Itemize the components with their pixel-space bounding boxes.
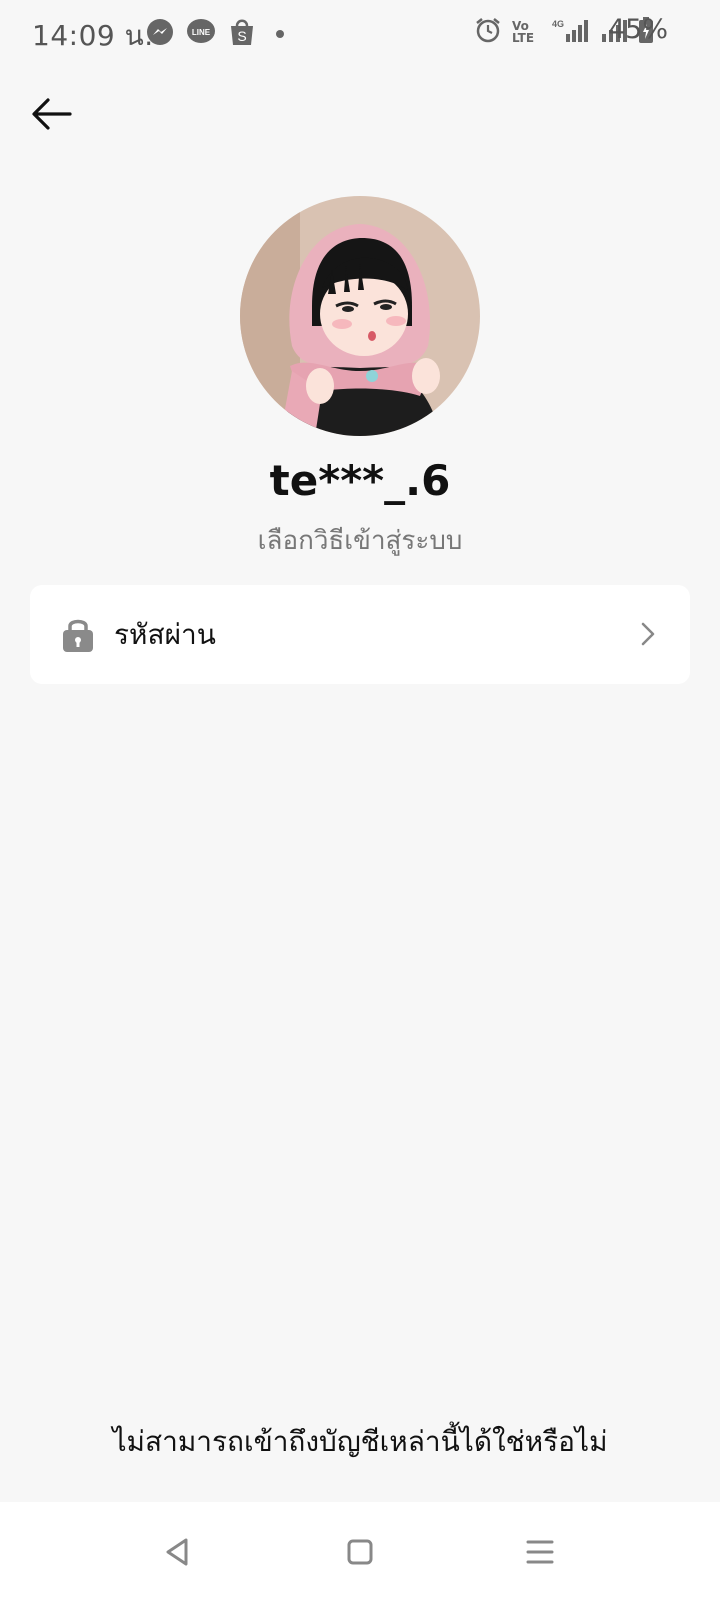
password-login-option[interactable]: รหัสผ่าน [30, 585, 690, 684]
nav-home-button[interactable] [340, 1532, 380, 1572]
battery-percent: 45% [607, 14, 668, 45]
notification-icons: LINE S [146, 17, 284, 51]
svg-text:LINE: LINE [192, 28, 211, 37]
shopee-icon: S [228, 17, 256, 51]
cant-access-accounts-link[interactable]: ไม่สามารถเข้าถึงบัญชีเหล่านี้ได้ใช่หรือไ… [0, 1420, 720, 1464]
status-time: 14:09 น. [32, 19, 154, 52]
menu-icon [520, 1540, 560, 1576]
4g-signal-icon: 4G [552, 18, 592, 46]
svg-text:4G: 4G [552, 19, 564, 29]
chevron-right-icon [640, 621, 656, 651]
username: te***_.6 [269, 456, 451, 505]
volte-icon: Vo LTE [512, 19, 535, 45]
svg-text:S: S [237, 28, 246, 44]
login-method-subtitle: เลือกวิธีเข้าสู่ระบบ [257, 526, 463, 556]
square-home-icon [340, 1539, 380, 1576]
status-bar: 14:09 น. LINE S Vo LTE 4G 45% [0, 0, 720, 64]
avatar [240, 196, 480, 436]
navigation-bar [0, 1502, 720, 1600]
line-icon: LINE [186, 18, 216, 50]
nav-menu-button[interactable] [520, 1532, 560, 1572]
arrow-left-icon [26, 98, 78, 140]
back-button[interactable] [26, 92, 78, 136]
password-option-label: รหัสผ่าน [114, 618, 216, 651]
nav-back-button[interactable] [158, 1532, 198, 1572]
more-dot-icon [276, 30, 284, 38]
messenger-icon [146, 18, 174, 50]
alarm-icon [474, 16, 502, 48]
lock-icon [62, 615, 94, 657]
triangle-back-icon [158, 1538, 198, 1576]
